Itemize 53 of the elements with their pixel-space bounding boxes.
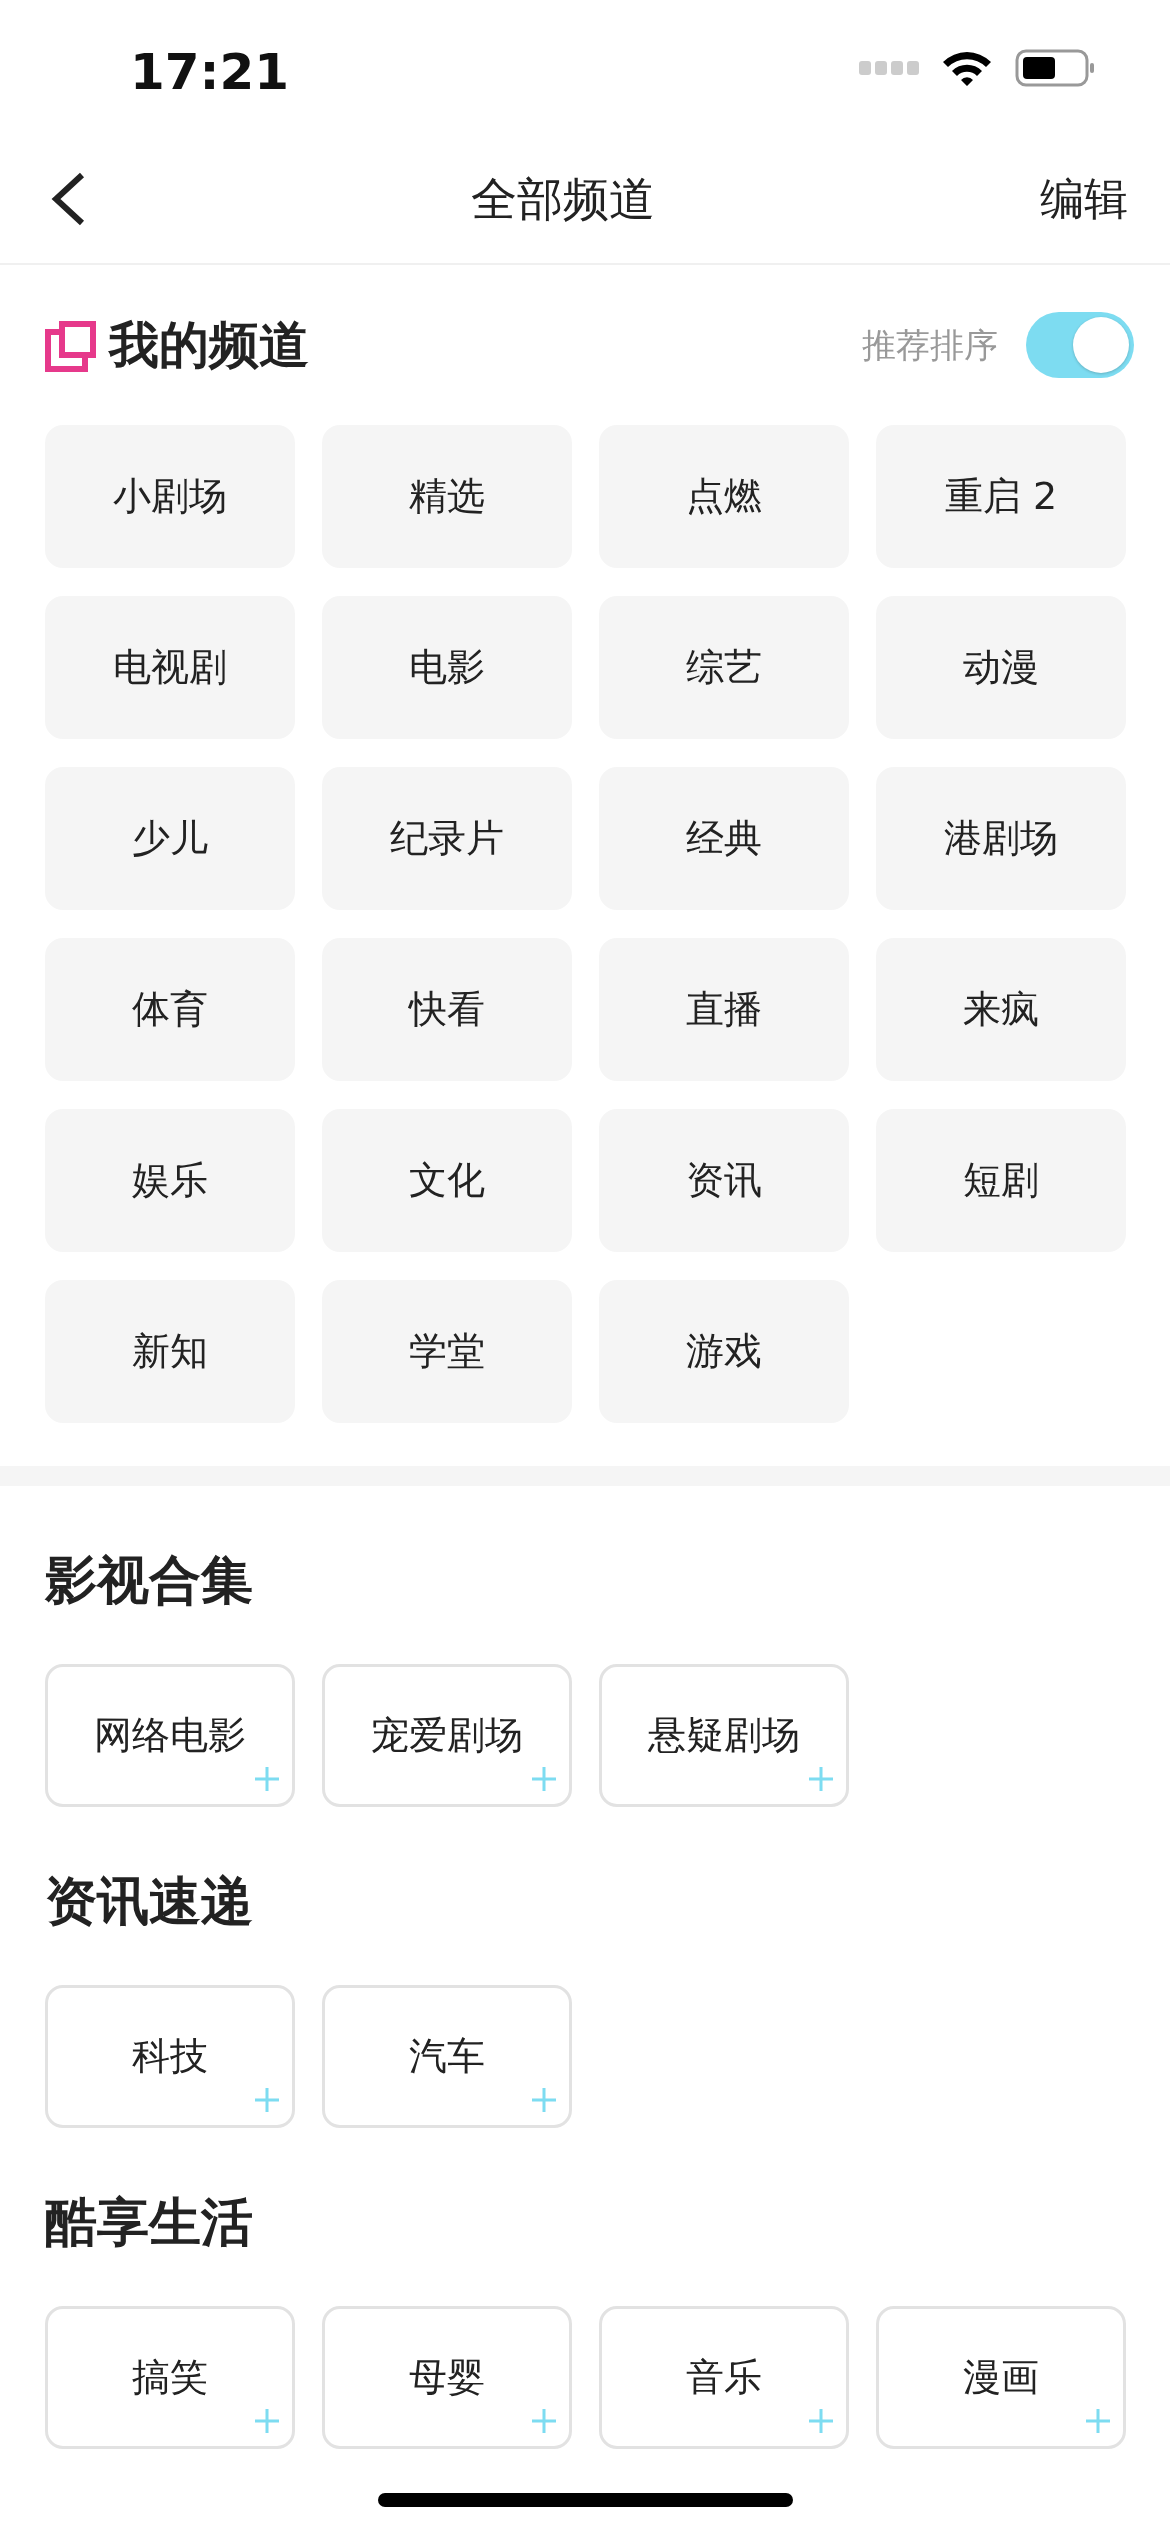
channel-tile[interactable]: 精选 <box>322 425 572 568</box>
channel-tile[interactable]: 经典 <box>599 767 849 910</box>
channels-icon <box>45 318 99 372</box>
channel-tile[interactable]: 电影 <box>322 596 572 739</box>
signal-icon <box>859 60 919 75</box>
channel-tile[interactable]: 音乐 <box>599 2306 849 2449</box>
plus-icon <box>254 1766 280 1792</box>
channel-tile[interactable]: 直播 <box>599 938 849 1081</box>
group-title: 资讯速递 <box>44 1870 254 1933</box>
channel-tile[interactable]: 小剧场 <box>45 425 295 568</box>
sort-label: 推荐排序 <box>862 323 998 367</box>
channel-tile[interactable]: 文化 <box>322 1109 572 1252</box>
section-title: 我的频道 <box>109 314 309 376</box>
plus-icon <box>808 2408 834 2434</box>
group-title: 影视合集 <box>44 1549 254 1612</box>
channel-tile[interactable]: 悬疑剧场 <box>599 1664 849 1807</box>
channel-tile[interactable]: 纪录片 <box>322 767 572 910</box>
plus-icon <box>254 2408 280 2434</box>
channel-tile[interactable]: 汽车 <box>322 1985 572 2128</box>
channel-tile[interactable]: 学堂 <box>322 1280 572 1423</box>
channel-tile[interactable]: 综艺 <box>599 596 849 739</box>
channel-tile[interactable]: 来疯 <box>876 938 1126 1081</box>
status-time: 17:21 <box>130 42 290 103</box>
channel-tile[interactable]: 点燃 <box>599 425 849 568</box>
channel-tile[interactable]: 宠爱剧场 <box>322 1664 572 1807</box>
plus-icon <box>1085 2408 1111 2434</box>
channel-tile[interactable]: 新知 <box>45 1280 295 1423</box>
plus-icon <box>808 1766 834 1792</box>
channel-tile[interactable]: 体育 <box>45 938 295 1081</box>
plus-icon <box>531 1766 557 1792</box>
channel-tile[interactable]: 短剧 <box>876 1109 1126 1252</box>
channel-tile[interactable]: 科技 <box>45 1985 295 2128</box>
edit-button[interactable]: 编辑 <box>1040 166 1128 232</box>
channel-tile[interactable]: 母婴 <box>322 2306 572 2449</box>
channel-tile[interactable]: 重启 2 <box>876 425 1126 568</box>
channel-tile[interactable]: 快看 <box>322 938 572 1081</box>
channel-tile[interactable]: 漫画 <box>876 2306 1126 2449</box>
channel-tile[interactable]: 搞笑 <box>45 2306 295 2449</box>
channel-tile[interactable]: 港剧场 <box>876 767 1126 910</box>
channel-tile[interactable]: 娱乐 <box>45 1109 295 1252</box>
group-title: 酷享生活 <box>44 2191 254 2254</box>
page-title: 全部频道 <box>471 170 655 228</box>
channel-tile[interactable]: 网络电影 <box>45 1664 295 1807</box>
channel-tile[interactable]: 资讯 <box>599 1109 849 1252</box>
plus-icon <box>254 2087 280 2113</box>
channel-tile[interactable]: 少儿 <box>45 767 295 910</box>
channel-tile[interactable]: 游戏 <box>599 1280 849 1423</box>
plus-icon <box>531 2087 557 2113</box>
battery-icon <box>1015 48 1095 87</box>
back-button[interactable] <box>50 171 86 227</box>
plus-icon <box>531 2408 557 2434</box>
channel-tile[interactable]: 电视剧 <box>45 596 295 739</box>
channel-tile[interactable]: 动漫 <box>876 596 1126 739</box>
